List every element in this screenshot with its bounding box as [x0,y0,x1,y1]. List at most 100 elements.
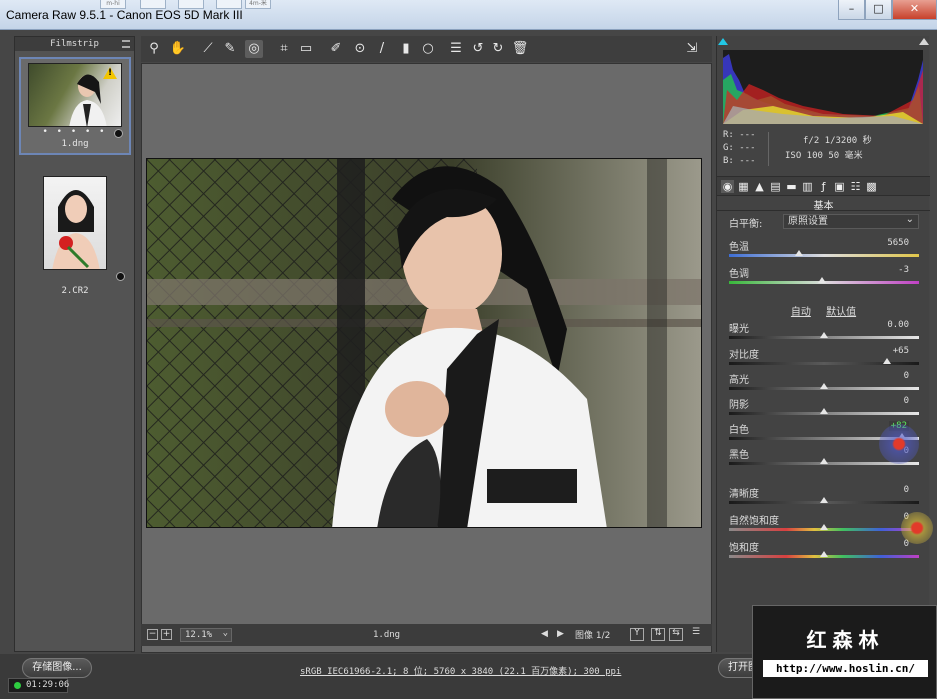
white-balance-icon[interactable]: ⟋ [199,40,217,58]
slider-highlights[interactable]: 高光 0 [729,371,923,395]
preferences-icon[interactable]: ☰ [447,40,465,58]
zoom-level-select[interactable]: 12.1% [180,627,232,642]
histogram-graph [723,54,923,124]
readout-divider [768,132,769,166]
minimize-button[interactable]: – [838,0,865,20]
exif-info: f/2 1/3200 秒 ISO 100 50 毫米 [785,134,872,164]
thumbnail-photo-art [52,190,100,269]
fullscreen-icon[interactable]: ⇲ [683,40,701,58]
before-after-toggle-icon[interactable]: Y [630,628,644,641]
iso-focal-length: ISO 100 50 毫米 [785,151,863,161]
rgb-readout: R: --- G: --- B: --- f/2 1/3200 秒 ISO 10… [723,130,923,170]
default-link[interactable]: 默认值 [826,307,856,318]
zoom-icon[interactable]: ⚲ [145,40,163,58]
graduated-filter-icon[interactable]: ▮ [397,40,415,58]
camera-raw-dialog: Filmstrip • • • • • 1.dng [0,30,937,699]
thumbnail-image [28,63,122,127]
panel-tabs: ◉ ▦ ▲ ▤ ▬ ▥ ƒ ▣ ☷ ▩ [717,176,930,196]
ghost-tab [216,0,242,9]
mouse-cursor-highlight [879,424,919,464]
hand-icon[interactable]: ✋ [169,40,187,58]
spot-removal-icon[interactable]: ✐ [327,40,345,58]
tab-split-toning[interactable]: ▬ [785,180,798,193]
preview-photo-art [147,159,701,527]
filmstrip-item-2[interactable]: 2.CR2 [19,172,131,300]
slider-contrast[interactable]: 对比度 +65 [729,346,923,370]
auto-link[interactable]: 自动 [791,307,811,318]
preview-photo[interactable] [146,158,702,528]
tab-lens-corrections[interactable]: ▥ [801,180,814,193]
histogram [723,50,923,124]
ghost-tab: m-hi [100,0,126,9]
tab-hsl[interactable]: ▤ [769,180,782,193]
watermark-logo: 红森林 http://www.hoslin.cn/ [752,605,937,699]
slider-temperature[interactable]: 色温 5650 [729,238,923,262]
rotate-left-icon[interactable]: ↺ [469,40,487,58]
adjustment-brush-icon[interactable]: / [373,40,391,58]
image-preview[interactable] [141,63,712,653]
slider-vibrance[interactable]: 自然饱和度 0 [729,512,923,536]
thumbnail-filename: 1.dng [61,139,89,149]
ghost-tab: 4m-米 [245,0,271,9]
rating-stars[interactable]: • • • • • [21,127,129,137]
auto-default-links: 自动 默认值 [717,303,930,318]
filmstrip-header: Filmstrip [15,37,134,51]
previous-image-icon[interactable]: ◀ [541,629,548,639]
window-controls: – □ ✕ [838,0,937,20]
tab-basic[interactable]: ◉ [721,180,734,193]
tab-camera-calibration[interactable]: ▣ [833,180,846,193]
slider-exposure[interactable]: 曝光 0.00 [729,320,923,344]
highlight-clipping-icon[interactable] [919,38,929,45]
rotate-right-icon[interactable]: ↻ [489,40,507,58]
trash-icon[interactable]: 🗑 [511,40,529,58]
window-title: Camera Raw 9.5.1 - Canon EOS 5D Mark III [6,8,243,22]
thumbnail-image [43,176,107,270]
white-balance-select[interactable]: 原照设置 [783,213,919,229]
white-balance-label: 白平衡: [729,219,763,230]
recording-timer: 01:29:06 [8,678,69,693]
preview-filename: 1.dng [373,630,401,640]
tab-tone-curve[interactable]: ▦ [737,180,750,193]
edited-badge-icon [116,272,125,281]
slider-shadows[interactable]: 阴影 0 [729,396,923,420]
swap-settings-icon[interactable]: ⇅ [651,628,665,641]
next-image-icon[interactable]: ▶ [557,629,564,639]
crop-icon[interactable]: ⌗ [275,40,293,58]
zoom-out-button[interactable]: − [147,629,158,640]
preview-status-bar: − + 12.1% 1.dng ◀ ▶ 图像 1/2 Y ⇅ ⇆ ☰ [141,624,712,646]
filmstrip-item-1[interactable]: • • • • • 1.dng [19,57,131,155]
preview-settings-icon[interactable]: ☰ [689,628,703,641]
tab-detail[interactable]: ▲ [753,180,766,193]
tab-effects[interactable]: ƒ [817,180,830,193]
radial-filter-icon[interactable]: ○ [419,40,437,58]
ghost-tab [140,0,166,9]
slider-saturation[interactable]: 饱和度 0 [729,539,923,563]
image-counter: 图像 1/2 [575,631,611,641]
zoom-in-button[interactable]: + [161,629,172,640]
maximize-button[interactable]: □ [865,0,892,20]
targeted-adjust-icon[interactable]: ◎ [245,40,263,58]
warning-icon [103,67,117,79]
color-sampler-icon[interactable]: ✎ [221,40,239,58]
copy-settings-icon[interactable]: ⇆ [669,628,683,641]
filmstrip-menu-icon[interactable] [122,40,130,48]
close-button[interactable]: ✕ [892,0,937,20]
slider-clarity[interactable]: 清晰度 0 [729,485,923,509]
red-eye-icon[interactable]: ⊙ [351,40,369,58]
thumbnail-filename: 2.CR2 [61,286,89,296]
click-highlight [901,512,933,544]
filmstrip-title: Filmstrip [50,39,99,49]
shadow-clipping-icon[interactable] [718,38,728,45]
tab-snapshots[interactable]: ▩ [865,180,878,193]
tool-bar: ⚲ ✋ ⟋ ✎ ◎ ⌗ ▭ ✐ ⊙ / ▮ ○ ☰ ↺ ↻ 🗑 ⇲ [141,36,712,62]
slider-tint[interactable]: 色调 -3 [729,265,923,289]
straighten-icon[interactable]: ▭ [297,40,315,58]
tab-presets[interactable]: ☷ [849,180,862,193]
workflow-options-link[interactable]: sRGB IEC61966-2.1; 8 位; 5760 x 3840 (22.… [300,664,621,677]
save-image-button[interactable]: 存储图像... [22,658,92,678]
aperture-shutter: f/2 1/3200 秒 [803,136,872,146]
filmstrip-panel: Filmstrip • • • • • 1.dng [14,36,135,652]
watermark-url: http://www.hoslin.cn/ [763,660,928,677]
watermark-name: 红森林 [806,628,885,652]
adjustment-panel: R: --- G: --- B: --- f/2 1/3200 秒 ISO 10… [716,36,933,652]
